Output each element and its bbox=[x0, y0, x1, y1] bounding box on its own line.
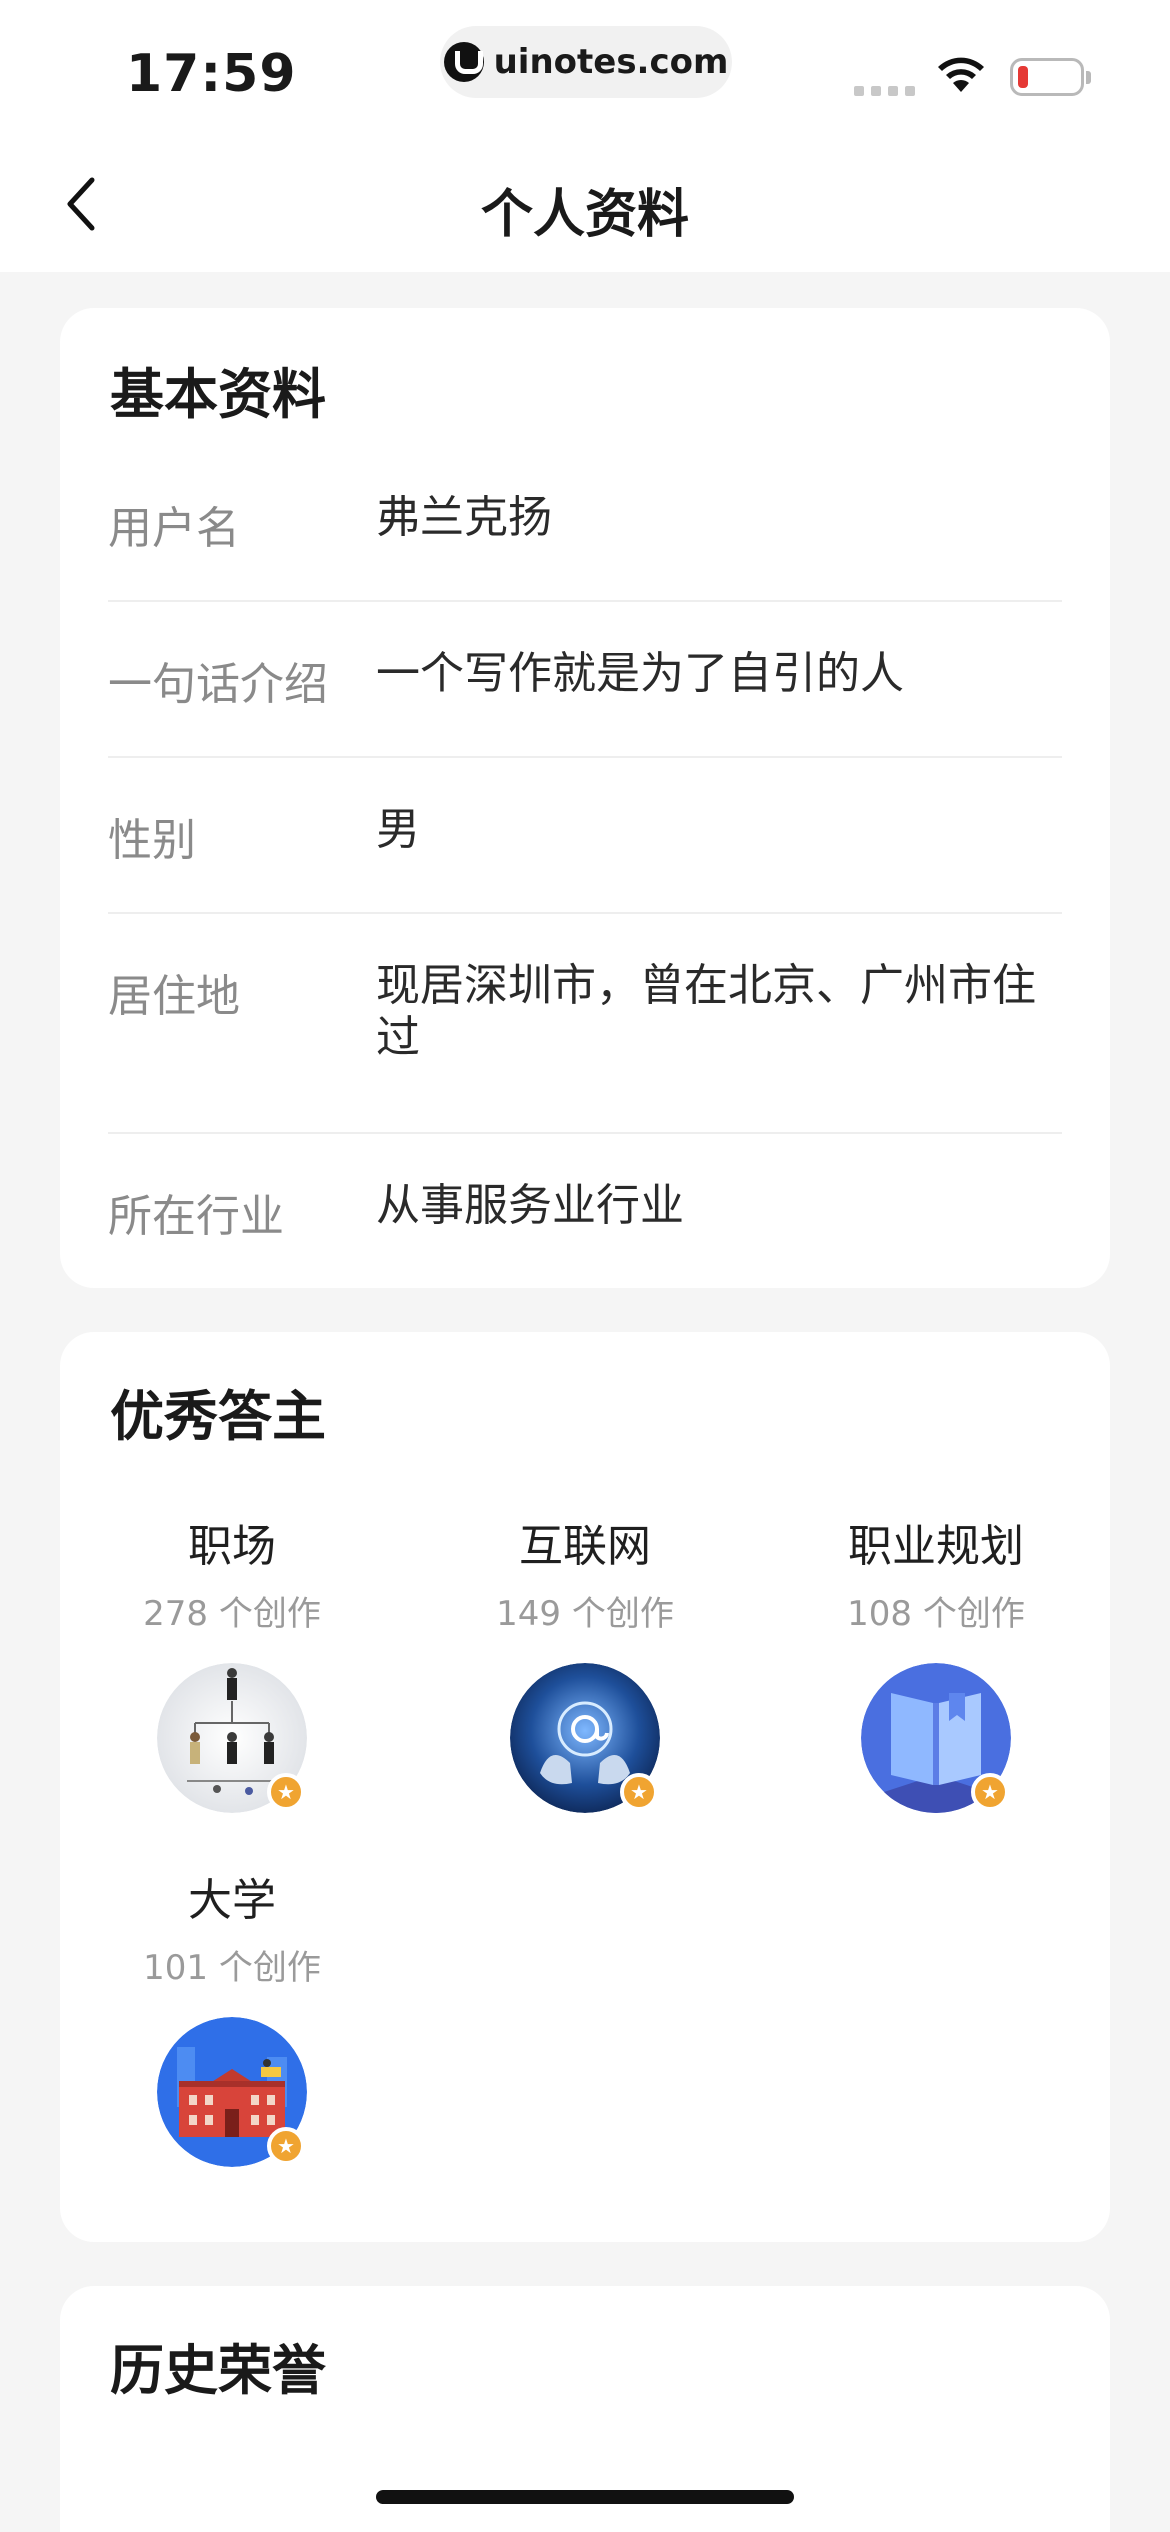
status-time: 17:59 bbox=[126, 44, 297, 104]
intro-label: 一句话介绍 bbox=[108, 659, 328, 710]
basic-info-title: 基本资料 bbox=[110, 363, 326, 426]
workplace-org-chart-icon: ★ bbox=[157, 1663, 307, 1813]
career-book-icon: ★ bbox=[861, 1663, 1011, 1813]
username-label: 用户名 bbox=[108, 503, 240, 554]
topic-item-career-planning[interactable]: 职业规划 108 个创作 ★ bbox=[806, 1510, 1066, 1813]
gender-value[interactable]: 男 bbox=[376, 804, 1056, 856]
star-badge-icon: ★ bbox=[971, 1773, 1009, 1811]
cellular-signal-icon bbox=[854, 86, 915, 96]
topic-count: 108 个创作 bbox=[847, 1594, 1025, 1634]
url-pill[interactable]: uinotes.com bbox=[440, 26, 732, 98]
page-title: 个人资料 bbox=[480, 185, 689, 245]
divider bbox=[108, 756, 1062, 758]
topic-count: 149 个创作 bbox=[496, 1594, 674, 1634]
internet-globe-icon: ★ bbox=[510, 1663, 660, 1813]
industry-value[interactable]: 从事服务业行业 bbox=[376, 1180, 1056, 1232]
home-indicator bbox=[376, 2490, 794, 2504]
topic-name: 职场 bbox=[188, 1521, 276, 1572]
topic-name: 大学 bbox=[188, 1875, 276, 1926]
topic-item-workplace[interactable]: 职场 278 个创作 ★ bbox=[102, 1510, 362, 1813]
topic-count: 101 个创作 bbox=[143, 1948, 321, 1988]
industry-label: 所在行业 bbox=[108, 1191, 284, 1242]
username-value[interactable]: 弗兰克扬 bbox=[376, 492, 1056, 544]
intro-value[interactable]: 一个写作就是为了自引的人 bbox=[376, 648, 1056, 700]
wifi-icon bbox=[938, 57, 984, 92]
star-badge-icon: ★ bbox=[267, 2127, 305, 2165]
history-honors-title: 历史荣誉 bbox=[110, 2339, 326, 2402]
star-badge-icon: ★ bbox=[620, 1773, 658, 1811]
excellent-answerer-card: 优秀答主 职场 278 个创作 ★ 互联网 149 个创作 ★ 职业规划 108… bbox=[60, 1332, 1110, 2242]
residence-label: 居住地 bbox=[108, 971, 240, 1022]
topic-count: 278 个创作 bbox=[143, 1594, 321, 1634]
divider bbox=[108, 600, 1062, 602]
divider bbox=[108, 912, 1062, 914]
top-bar: 17:59 uinotes.com 个人资料 bbox=[0, 0, 1170, 272]
site-logo-icon bbox=[443, 42, 484, 82]
topic-item-university[interactable]: 大学 101 个创作 ★ bbox=[102, 1864, 362, 2167]
gender-label: 性别 bbox=[108, 815, 196, 866]
topic-name: 互联网 bbox=[519, 1521, 651, 1572]
excellent-answerer-title: 优秀答主 bbox=[110, 1385, 326, 1448]
divider bbox=[108, 1132, 1062, 1134]
topic-item-internet[interactable]: 互联网 149 个创作 ★ bbox=[455, 1510, 715, 1813]
residence-value[interactable]: 现居深圳市，曾在北京、广州市住过 bbox=[376, 960, 1036, 1064]
url-text: uinotes.com bbox=[493, 42, 729, 82]
topic-name: 职业规划 bbox=[848, 1521, 1024, 1572]
basic-info-card: 基本资料 用户名 弗兰克扬 一句话介绍 一个写作就是为了自引的人 性别 男 居住… bbox=[60, 308, 1110, 1288]
star-badge-icon: ★ bbox=[267, 1773, 305, 1811]
university-building-icon: ★ bbox=[157, 2017, 307, 2167]
battery-icon bbox=[1010, 58, 1091, 96]
